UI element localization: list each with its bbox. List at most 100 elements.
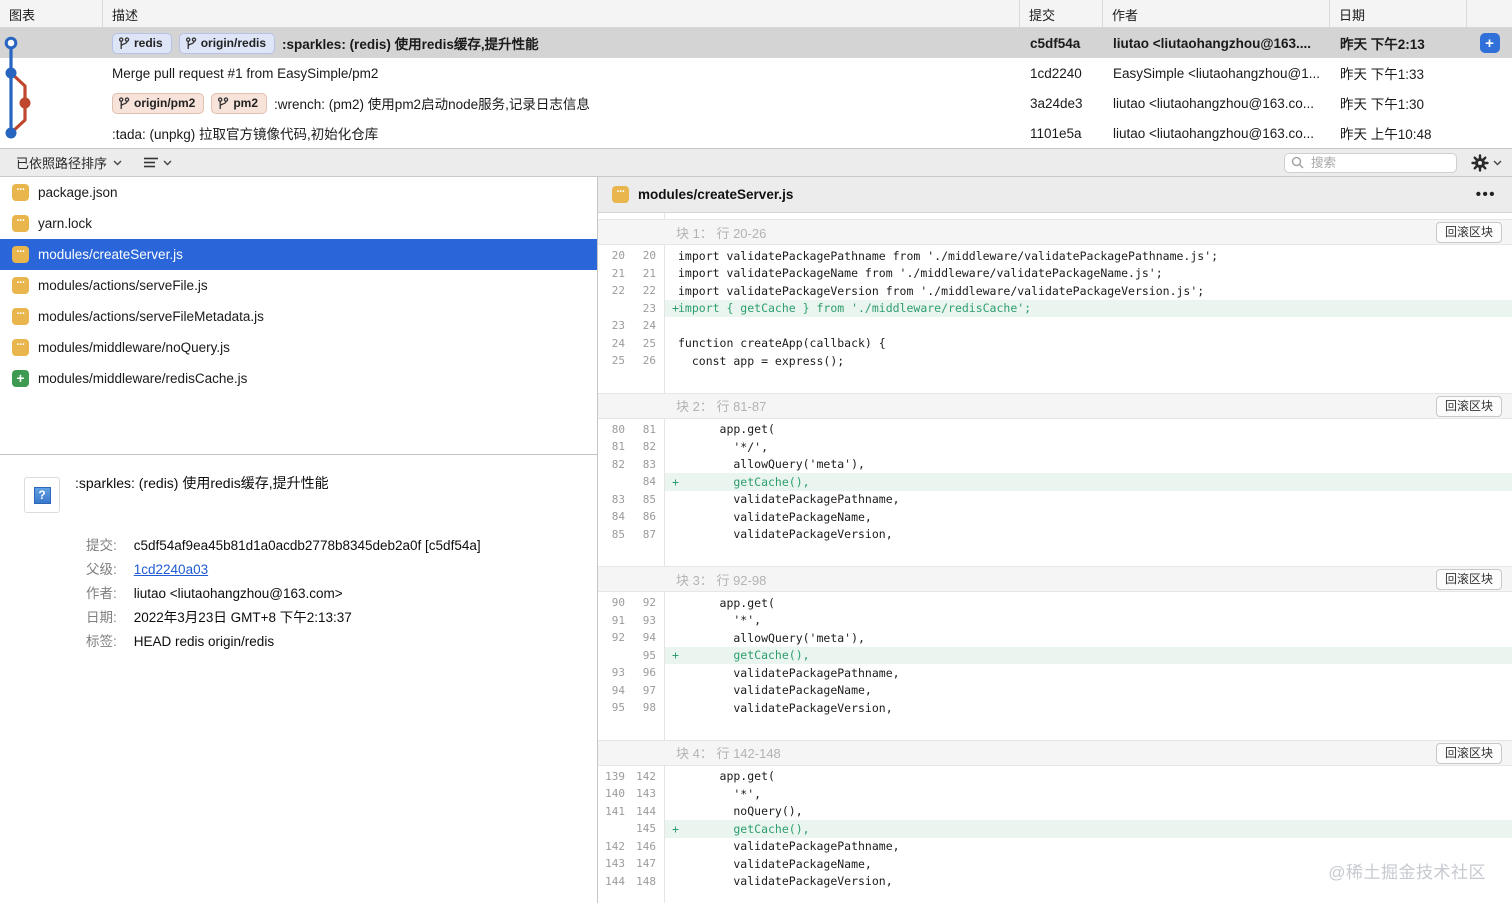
old-line-number: 81 <box>611 440 625 454</box>
old-line-number: 141 <box>605 804 625 818</box>
left-panel: ··· package.json ··· yarn.lock ··· modules/cr… <box>0 177 598 903</box>
added-sign: + <box>672 821 679 836</box>
file-list-item[interactable]: ··· modules/middleware/noQuery.js <box>0 332 597 363</box>
file-list-item[interactable]: + modules/middleware/redisCache.js <box>0 363 597 394</box>
code-text: validatePackagePathname, <box>678 665 900 680</box>
line-body: + getCache(), <box>665 820 1512 838</box>
line-number-gutter: 144 148 <box>598 873 665 891</box>
column-header-commit[interactable]: 提交 <box>1020 0 1103 27</box>
new-line-number: 82 <box>642 440 656 454</box>
commit-meta-value: liutao <liutaohangzhou@163.com> <box>133 586 343 601</box>
file-list-item[interactable]: ··· modules/actions/serveFile.js <box>0 270 597 301</box>
column-header-extra[interactable] <box>1467 0 1512 27</box>
branch-tag[interactable]: origin/redis <box>178 32 276 54</box>
file-list-item[interactable]: ··· yarn.lock <box>0 208 597 239</box>
parent-commit-link[interactable]: 1cd2240a03 <box>134 561 481 585</box>
commit-meta-label: 父级: <box>86 562 117 577</box>
code-text: getCache(), <box>678 474 810 489</box>
branch-tag[interactable]: pm2 <box>211 92 268 114</box>
commit-subject: Merge pull request #1 from EasySimple/pm… <box>112 65 379 81</box>
old-line-number: 144 <box>605 874 625 888</box>
line-body: allowQuery('meta'), <box>665 629 1512 647</box>
added-sign: + <box>672 301 679 316</box>
added-sign: + <box>672 648 679 663</box>
old-line-number: 95 <box>611 701 625 715</box>
line-body: + import { getCache } from './middleware/… <box>665 299 1512 317</box>
diff-line-added: 84 + getCache(), <box>598 473 1512 491</box>
author-avatar: ? <box>24 477 60 513</box>
code-text: import validatePackagePathname from './m… <box>678 248 1219 263</box>
diff-line: 25 26 const app = express(); <box>598 352 1512 370</box>
old-line-number: 22 <box>611 284 625 298</box>
search-box[interactable] <box>1284 152 1457 173</box>
diff-line: 22 22 import validatePackageVersion from '… <box>598 282 1512 300</box>
new-line-number: 85 <box>642 492 656 506</box>
commit-description-cell: redis origin/redis:sparkles: (redis) 使用re… <box>103 32 1020 54</box>
new-line-number: 25 <box>642 336 656 350</box>
new-line-number: 26 <box>642 354 656 368</box>
new-line-number: 93 <box>642 613 656 627</box>
new-line-number: 98 <box>642 701 656 715</box>
line-number-gutter: 92 94 <box>598 629 665 647</box>
line-body: validatePackagePathname, <box>665 838 1512 856</box>
column-header-description[interactable]: 描述 <box>103 0 1020 27</box>
view-mode-dropdown[interactable] <box>144 157 172 168</box>
rollback-hunk-button[interactable]: 回滚区块 <box>1435 742 1502 764</box>
file-list-item[interactable]: ··· modules/actions/serveFileMetadata.js <box>0 301 597 332</box>
diff-line: 20 20 import validatePackagePathname from … <box>598 247 1512 265</box>
search-input[interactable] <box>1309 154 1450 171</box>
more-options-icon[interactable]: ••• <box>1476 186 1496 203</box>
commit-row[interactable]: :tada: (unpkg) 拉取官方镜像代码,初始化仓库 1101e5a liut… <box>0 118 1512 148</box>
file-list-item[interactable]: ··· modules/createServer.js <box>0 239 597 270</box>
branch-tag-label: pm2 <box>233 96 259 110</box>
commit-details-panel: ? :sparkles: (redis) 使用redis缓存,提升性能 提交: c… <box>0 454 597 903</box>
line-number-gutter: 95 <box>598 647 665 665</box>
new-line-number: 95 <box>642 648 656 662</box>
code-text: '*/', <box>678 439 769 454</box>
new-line-number: 96 <box>642 666 656 680</box>
diff-hunk: 块 2： 行 81-87 回滚区块 80 81 app.get(81 82 '*/', 8… <box>598 392 1512 544</box>
commit-subject: :tada: (unpkg) 拉取官方镜像代码,初始化仓库 <box>112 127 379 142</box>
old-line-number: 23 <box>611 319 625 333</box>
commit-row[interactable]: redis origin/redis:sparkles: (redis) 使用re… <box>0 28 1512 58</box>
new-line-number: 145 <box>636 822 656 836</box>
new-line-number: 23 <box>642 301 656 315</box>
sort-dropdown[interactable]: 已依照路径排序 <box>16 153 122 172</box>
old-line-number: 90 <box>611 596 625 610</box>
branch-tag[interactable]: redis <box>112 32 172 54</box>
line-body: '*', <box>665 612 1512 630</box>
file-path: modules/middleware/redisCache.js <box>38 371 248 386</box>
column-header-date[interactable]: 日期 <box>1330 0 1467 27</box>
commit-meta-value: c5df54af9ea45b81d1a0acdb2778b8345deb2a0f… <box>133 538 481 553</box>
new-line-number: 144 <box>636 804 656 818</box>
code-text: app.get( <box>678 769 775 784</box>
commit-row[interactable]: Merge pull request #1 from EasySimple/pm… <box>0 58 1512 88</box>
line-body: + getCache(), <box>665 473 1512 491</box>
line-number-gutter: 93 96 <box>598 664 665 682</box>
list-view-icon <box>144 157 159 168</box>
code-text: allowQuery('meta'), <box>678 457 865 472</box>
branch-tag[interactable]: origin/pm2 <box>112 92 205 114</box>
rollback-hunk-button[interactable]: 回滚区块 <box>1435 395 1502 417</box>
commit-row[interactable]: origin/pm2 pm2:wrench: (pm2) 使用pm2启动node服… <box>0 88 1512 118</box>
line-body: allowQuery('meta'), <box>665 456 1512 474</box>
diff-line: 141 144 noQuery(), <box>598 803 1512 821</box>
column-header-graph[interactable]: 图表 <box>0 0 103 27</box>
commit-hash: 3a24de3 <box>1030 95 1083 111</box>
rollback-hunk-button[interactable]: 回滚区块 <box>1435 222 1502 243</box>
diff-content: 块 1： 行 20-26 回滚区块 20 20 import validatePacka… <box>598 213 1512 903</box>
diff-hunk: 块 1： 行 20-26 回滚区块 20 20 import validatePacka… <box>598 219 1512 370</box>
old-line-number: 143 <box>605 857 625 871</box>
commit-meta-value: HEAD redis origin/redis <box>133 634 275 649</box>
line-number-gutter: 140 143 <box>598 785 665 803</box>
file-list-item[interactable]: ··· package.json <box>0 177 597 208</box>
rollback-hunk-button[interactable]: 回滚区块 <box>1435 569 1502 590</box>
sort-label: 已依照路径排序 <box>16 156 108 171</box>
commit-meta-label: 日期: <box>86 610 117 625</box>
add-tag-button[interactable]: + <box>1479 33 1500 53</box>
file-path: modules/actions/serveFileMetadata.js <box>38 309 264 324</box>
column-header-author[interactable]: 作者 <box>1103 0 1330 27</box>
diff-line: 140 143 '*', <box>598 785 1512 803</box>
settings-dropdown[interactable] <box>1471 153 1502 172</box>
commit-date: 昨天 下午1:33 <box>1340 67 1425 82</box>
